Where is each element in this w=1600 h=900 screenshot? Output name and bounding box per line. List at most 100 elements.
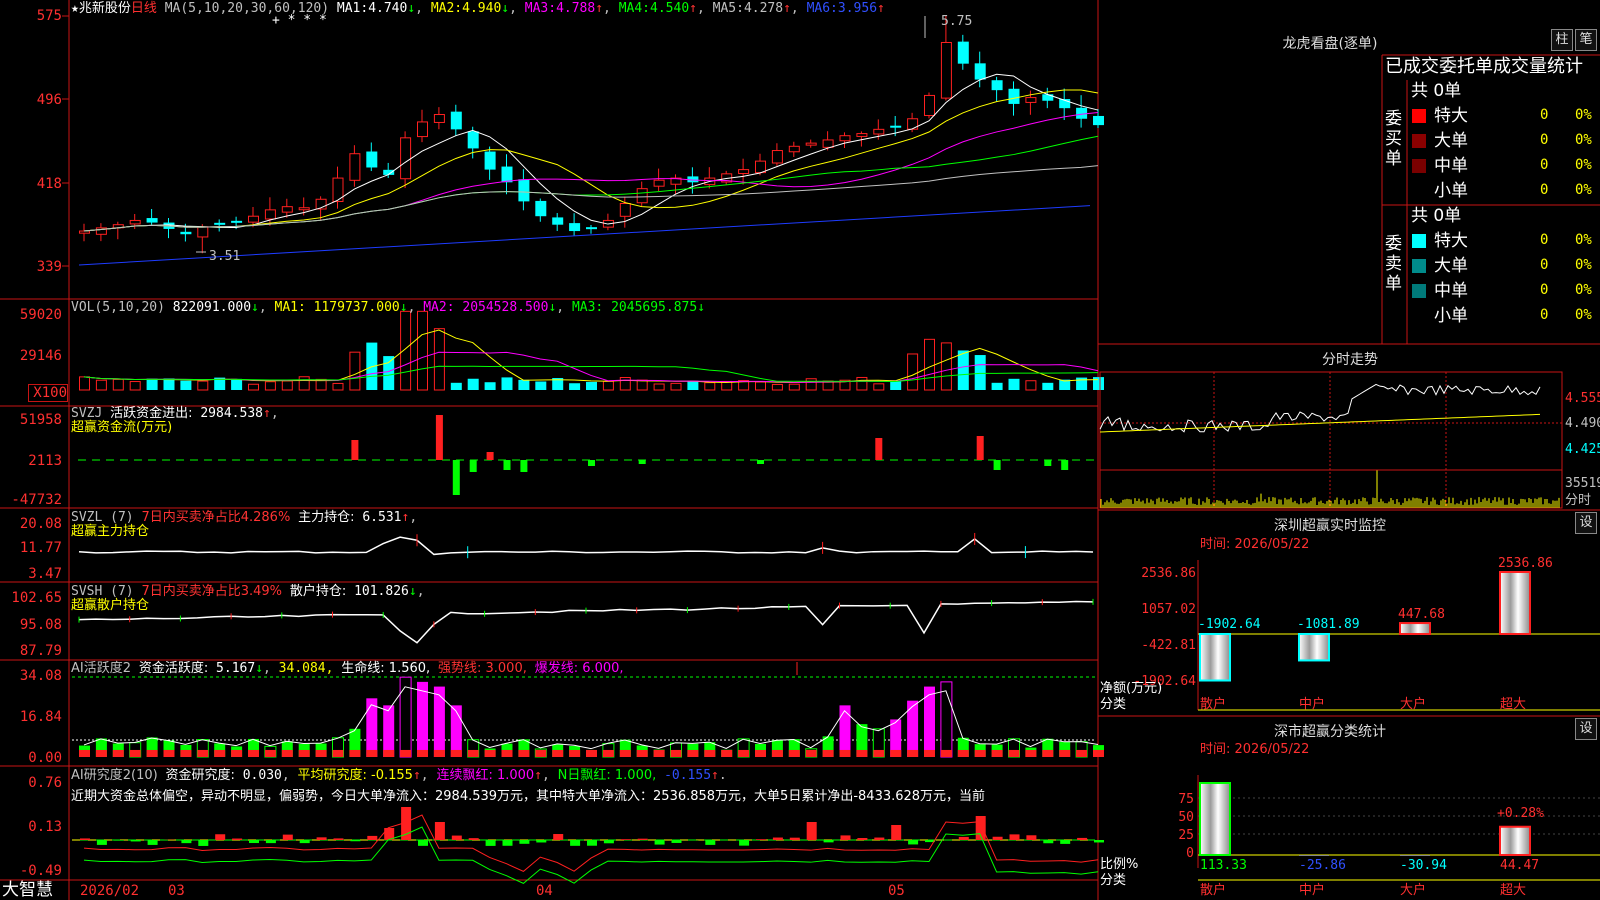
sell-total: 共 0单 (1411, 206, 1462, 226)
ma6-value: 3.956 (837, 1, 878, 16)
classify-bar-中户 (1299, 855, 1329, 856)
ai2-bar-up (215, 834, 226, 840)
ma-line-2 (83, 89, 1099, 232)
ai2-bar-up (874, 837, 885, 840)
ai1-v2: 34.084, (278, 661, 334, 676)
classify-bar-大户 (1400, 855, 1430, 856)
ai1-base-bar (112, 749, 124, 757)
ai2-bar-up (434, 822, 445, 840)
classify-ytick-3: 25 (1178, 828, 1194, 843)
classify-bar-散户 (1199, 782, 1231, 856)
buy-row-percent: 0% (1575, 132, 1592, 148)
vol-ma2-arrow: ↓ (548, 300, 557, 315)
ai1-base-bar (383, 749, 395, 757)
ma6-arrow: ↑ (877, 1, 885, 16)
ai2-bar-up (316, 837, 327, 840)
high-price-label: 5.75 (941, 14, 973, 29)
ai2-bar-up (282, 834, 293, 840)
buy-row-count: 0 (1540, 107, 1549, 123)
sell-row-name: 特大 (1434, 231, 1468, 251)
ai2-bar-up (772, 837, 783, 840)
vol-ytick-2: 29146 (19, 348, 62, 364)
svzj-ytick-3: -47732 (11, 492, 62, 508)
vol-bar-down (535, 381, 547, 390)
vol-value: 822091.000 (172, 300, 252, 315)
classify-ytick-1: 75 (1178, 792, 1194, 807)
svzj-bar-down (520, 460, 528, 472)
ai1-base-bar (332, 749, 344, 757)
classify-category-label: 散户 (1200, 883, 1227, 898)
candle-up (940, 41, 952, 99)
ai1-base-bar (586, 749, 597, 757)
candle-down (991, 80, 1003, 91)
candle-down (569, 223, 581, 232)
tick-mode-button[interactable]: 笔 (1575, 29, 1597, 51)
ai2-bar-down (418, 840, 428, 846)
ai2-bar-down (1060, 840, 1071, 844)
vol-bar-up (248, 383, 259, 391)
vol-bar-up (873, 383, 885, 391)
ai1-base-bar (298, 749, 310, 757)
ai1-header: AI活跃度2 资金活跃度: 5.167↓, 34.084, 生命线: 1.560… (71, 661, 624, 676)
vol-bar-up (856, 376, 868, 391)
classify-category-label: 中户 (1299, 883, 1326, 898)
candle-down (1093, 115, 1104, 126)
bar-mode-button[interactable]: 柱 (1551, 29, 1573, 51)
ai1-name: AI活跃度2 (71, 661, 131, 676)
buy-row-count: 0 (1540, 157, 1549, 173)
ai2-bar-down (181, 840, 192, 844)
ai1-base-bar (569, 749, 581, 757)
vol-bar-down (687, 380, 699, 390)
ai1-base-bar (890, 749, 902, 757)
monitor-ytick-2: 1057.02 (1141, 602, 1196, 617)
ai1-bar (433, 686, 445, 757)
monitor-bar-中户 (1298, 633, 1330, 662)
ai1-bar (907, 700, 919, 757)
vol-bar-up (1025, 380, 1037, 391)
vol-bar-down (501, 377, 513, 390)
monitor-title: 深圳超赢实时监控 (1274, 518, 1386, 534)
svzj-bar-down (1044, 460, 1052, 466)
vol-bar-up (619, 377, 631, 391)
ai1-base-bar (653, 749, 665, 757)
ai1-bar (450, 705, 462, 757)
ai1-bar (366, 698, 378, 757)
monitor-bar-大户 (1399, 622, 1431, 635)
ma3-name: MA3: (524, 1, 557, 16)
ai1-base-bar (264, 749, 276, 757)
ai1-bar (417, 681, 428, 757)
svzl-main: 主力持仓: (298, 510, 355, 525)
vol-bar-up (400, 310, 412, 391)
period-label[interactable]: 日线 (131, 1, 157, 16)
svzj-sub: 超赢资金流(万元) (71, 420, 173, 435)
ma4-value: 4.540 (650, 1, 690, 16)
ai1-base-bar (687, 749, 699, 757)
ai2-green-line (83, 826, 1099, 884)
monitor-settings-button[interactable]: 设 (1575, 512, 1597, 534)
svzl-line (78, 536, 1094, 556)
ai1-base-bar (602, 749, 614, 757)
svzj-bar-down (469, 460, 477, 472)
buy-color-swatch (1412, 184, 1426, 198)
classify-settings-button[interactable]: 设 (1575, 718, 1597, 740)
candle-up (822, 139, 834, 148)
vol-bar-down (974, 355, 986, 390)
ai2-ytick-1: 0.76 (28, 775, 62, 791)
monitor-value-label: 2536.86 (1498, 556, 1553, 571)
candle-down (231, 220, 243, 223)
svzl-header: SVZL (7) 7日内买卖净占比4.286% 主力持仓: 6.531↑, (71, 510, 418, 525)
vol-bar-up (940, 342, 952, 391)
ai2-bar-up (756, 839, 766, 840)
vol-bar-down (1093, 377, 1104, 390)
chart-canvas[interactable] (0, 0, 1600, 900)
ai1-value: 5.167 (216, 661, 256, 676)
brand-label: 大智慧 (2, 880, 53, 900)
vol-bar-down (1042, 382, 1054, 390)
svzj-bar-down (757, 460, 764, 464)
classify-value-label: 44.47 (1500, 858, 1540, 873)
ai2-bar-down (502, 840, 513, 846)
svzj-bar-down (638, 460, 646, 464)
lhb-title: 龙虎看盘(逐单) (1282, 36, 1378, 52)
stock-name[interactable]: 兆新股份 (79, 1, 131, 16)
vol-arrow: ↓ (251, 300, 259, 315)
